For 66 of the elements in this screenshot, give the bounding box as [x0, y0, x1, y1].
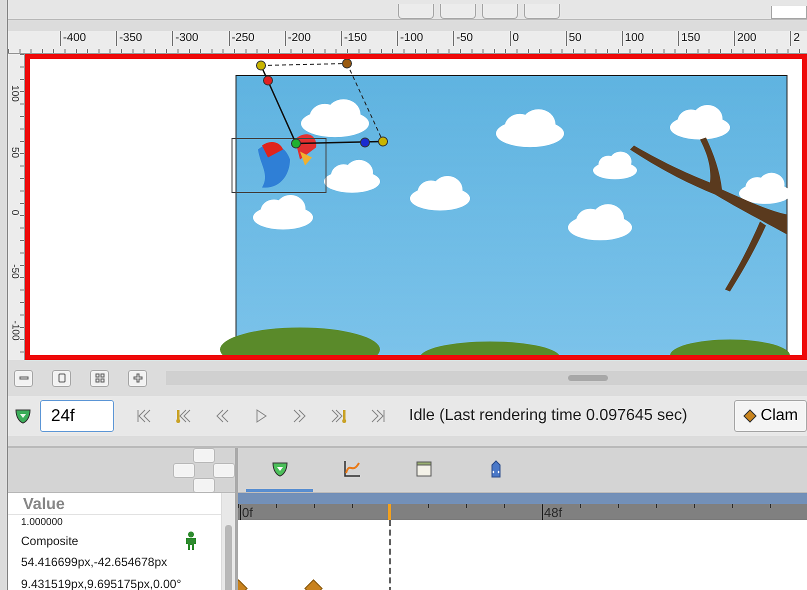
- scrollbar[interactable]: [221, 493, 235, 590]
- parrot-drawing: [258, 134, 316, 188]
- param-value: 1.000000: [21, 517, 63, 528]
- cloud-drawing: [670, 105, 730, 140]
- skip-icon: [292, 408, 308, 424]
- figure-icon: [183, 530, 199, 551]
- ruler-label: -300: [172, 31, 229, 46]
- toolbar-field[interactable]: [771, 6, 807, 19]
- skip-icon: [370, 408, 386, 424]
- ruler-label: 200: [734, 31, 790, 46]
- param-value: Composite: [21, 534, 78, 548]
- time-line: [389, 520, 391, 590]
- cloud-drawing: [410, 176, 470, 210]
- frame-field[interactable]: 24f: [40, 400, 114, 432]
- status-text: Idle (Last rendering time 0.097645 sec): [409, 407, 688, 425]
- cloud-drawing: [324, 160, 380, 193]
- ruler-label: -400: [60, 31, 116, 46]
- ruler-label: -250: [228, 31, 285, 46]
- ruler-label: -100: [397, 31, 454, 46]
- ruler-label: -150: [340, 31, 398, 46]
- ruler-label: 150: [678, 31, 734, 46]
- clamp-button[interactable]: Clam: [734, 400, 807, 432]
- column-header: Value: [8, 493, 221, 515]
- direction-pad[interactable]: [173, 448, 235, 492]
- scrollbar-thumb[interactable]: [568, 375, 608, 381]
- ruler-label: 100: [9, 84, 20, 104]
- toolbar-button[interactable]: [440, 4, 476, 19]
- ruler-label: -200: [284, 31, 341, 46]
- plus-icon: [132, 373, 142, 383]
- toolbar-button[interactable]: [398, 4, 434, 19]
- ruler-label: -50: [453, 31, 510, 46]
- cloud-drawing: [301, 99, 369, 138]
- zoom-button[interactable]: [128, 370, 147, 386]
- ruler-label: 100: [622, 31, 678, 46]
- toolbar-button[interactable]: [524, 4, 560, 19]
- ruler-label: -50: [9, 262, 20, 280]
- clapperboard-icon: [414, 458, 434, 478]
- handle[interactable]: [342, 59, 352, 68]
- ruler-label: 0: [510, 31, 566, 46]
- zoom-button[interactable]: [14, 370, 33, 386]
- ruler-label: 0: [9, 208, 20, 217]
- ruler-label: 50: [566, 31, 622, 46]
- cloud-drawing: [593, 152, 637, 180]
- shield-icon: [14, 407, 32, 425]
- scrollbar[interactable]: [166, 371, 807, 385]
- param-value: 9.431519px,9.695175px,0.00°: [21, 576, 182, 590]
- cloud-drawing: [568, 204, 632, 240]
- cloud-drawing: [253, 195, 313, 230]
- ruler-label: 50: [9, 146, 20, 160]
- ruler-label: 2: [790, 31, 807, 46]
- keyframe-skip-icon: [174, 408, 190, 424]
- skip-icon: [136, 408, 152, 424]
- param-value: 54.416699px,-42.654678px: [21, 555, 168, 570]
- ruler-label: -100: [10, 320, 20, 340]
- zoom-button[interactable]: [52, 370, 71, 386]
- keyframe-skip-icon: [330, 408, 346, 424]
- skip-icon: [214, 408, 230, 424]
- curve-graph-icon: [342, 458, 362, 478]
- scrollbar-thumb[interactable]: [225, 525, 232, 590]
- ruler-label: -350: [116, 31, 172, 46]
- fit-icon: [94, 373, 104, 383]
- page-icon: [56, 373, 66, 383]
- diamond-icon: [742, 409, 757, 423]
- zoom-button[interactable]: [90, 370, 109, 386]
- toolbar-button[interactable]: [482, 4, 518, 19]
- cloud-drawing: [496, 109, 564, 148]
